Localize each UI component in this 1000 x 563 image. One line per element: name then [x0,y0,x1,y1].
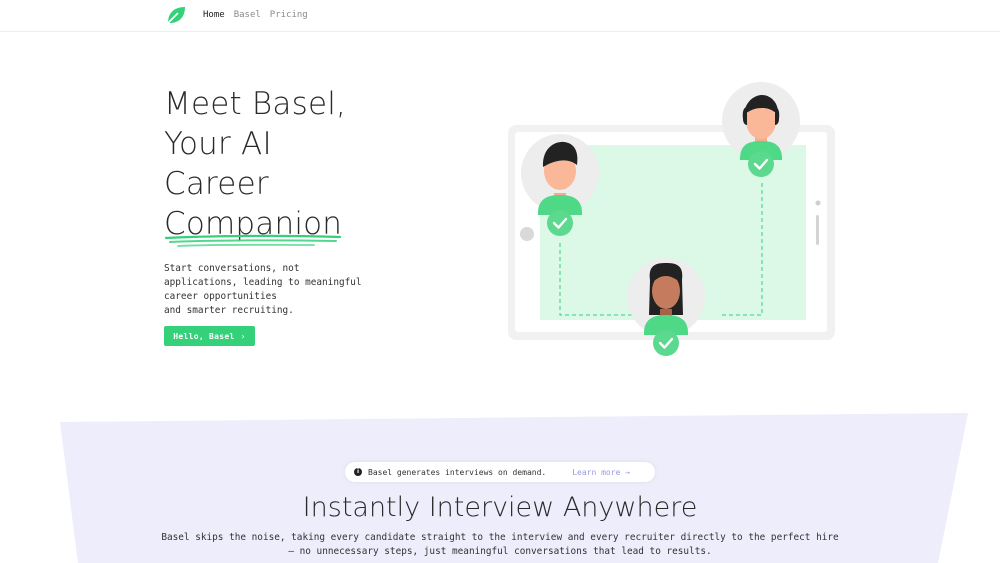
tablet-camera-dot [815,200,821,206]
hello-basel-button[interactable]: Hello, Basel › [164,326,255,346]
green-scribble-underline [164,234,342,247]
hello-basel-button-label: Hello, Basel [173,331,235,341]
info-icon: i [354,468,362,476]
learn-more-link[interactable]: Learn more → [572,468,630,477]
hero-title-highlight-wrap: Companion [164,204,342,247]
nav-link-pricing[interactable]: Pricing [270,10,308,20]
interview-illustration [508,82,835,356]
nav-links: Home Basel Pricing [203,10,308,20]
tablet-home-button [520,227,534,241]
candidate-avatar-bottom [627,258,705,356]
hero-title-line-1: Meet Basel, [164,86,347,122]
hero-description-line-2: applications, leading to meaningful [164,277,362,288]
tablet-side-bar [816,215,819,245]
hero-description-line-4: and smarter recruiting. [164,305,294,316]
leaf-logo-icon[interactable] [166,5,186,25]
top-navbar: Home Basel Pricing [0,0,1000,32]
hero-title: Meet Basel, Your AI Career Companion [164,84,424,247]
section-title: Instantly Interview Anywhere [302,492,698,523]
hero-description-line-3: career opportunities [164,291,277,302]
chevron-right-icon: › [240,331,246,341]
hero-description: Start conversations, not applications, l… [164,262,384,318]
hero-title-line-3: Career [164,166,269,202]
hero-description-line-1: Start conversations, not [164,263,300,274]
section-description: Basel skips the noise, taking every cand… [161,532,839,557]
announcement-text: Basel generates interviews on demand. [368,467,547,477]
nav-link-basel[interactable]: Basel [234,10,261,20]
hero-title-line-2: Your AI [164,126,272,162]
nav-link-home[interactable]: Home [203,10,225,20]
announcement-banner: i Basel generates interviews on demand. … [345,462,655,482]
